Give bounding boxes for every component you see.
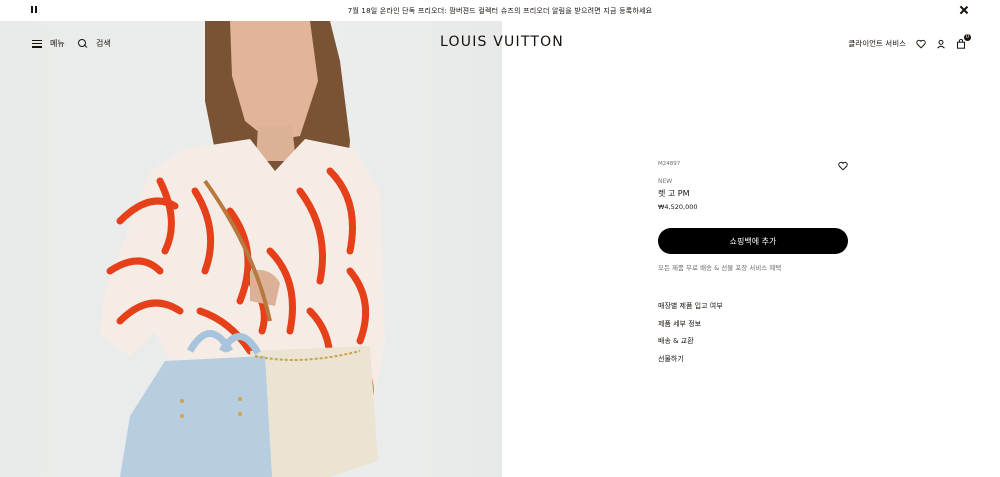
cart-count-badge: 0 [964, 33, 971, 41]
search-button[interactable]: 검색 [78, 38, 111, 49]
shipping-returns-link[interactable]: 배송 & 교환 [658, 333, 723, 351]
product-details-link[interactable]: 제품 세부 정보 [658, 316, 723, 334]
gift-link[interactable]: 선물하기 [658, 351, 723, 369]
product-info: M24897 NEW 렛 고 PM ₩4,520,000 [658, 161, 848, 211]
menu-label: 메뉴 [50, 39, 65, 48]
new-badge: NEW [658, 178, 673, 185]
product-name: 렛 고 PM [658, 189, 690, 198]
account-icon[interactable] [936, 39, 946, 49]
close-icon[interactable] [958, 4, 970, 16]
model-illustration [100, 21, 385, 477]
client-service-link[interactable]: 클라이언트 서비스 [848, 38, 906, 49]
search-label: 검색 [96, 39, 111, 48]
service-note: 모든 제품 무료 배송 & 선물 포장 서비스 혜택 [658, 264, 782, 272]
menu-button[interactable]: 메뉴 [32, 38, 65, 49]
product-sku: M24897 [658, 161, 681, 167]
search-icon [78, 38, 88, 49]
heart-icon[interactable] [916, 39, 926, 49]
product-image[interactable] [0, 21, 502, 477]
header-actions: 클라이언트 서비스 0 [848, 33, 971, 49]
announcement-bar: 7월 18일 온라인 단독 프리오더: 팜버젼드 컬렉터 슈즈의 프리오더 알림… [0, 0, 1000, 21]
pause-icon[interactable] [31, 6, 39, 15]
announcement-text[interactable]: 7월 18일 온라인 단독 프리오더: 팜버젼드 컬렉터 슈즈의 프리오더 알림… [348, 6, 653, 16]
add-to-bag-button[interactable]: 쇼핑백에 추가 [658, 228, 848, 254]
product-price: ₩4,520,000 [658, 203, 698, 211]
product-links: 매장별 제품 입고 여부 제품 세부 정보 배송 & 교환 선물하기 [658, 298, 723, 368]
site-header: 메뉴 검색 LOUIS VUITTON 클라이언트 서비스 0 [0, 21, 1000, 67]
brand-logo[interactable]: LOUIS VUITTON [440, 34, 564, 50]
menu-icon [32, 39, 42, 48]
wishlist-heart-icon[interactable] [838, 161, 848, 171]
store-availability-link[interactable]: 매장별 제품 입고 여부 [658, 298, 723, 316]
bag-button[interactable]: 0 [956, 33, 971, 49]
